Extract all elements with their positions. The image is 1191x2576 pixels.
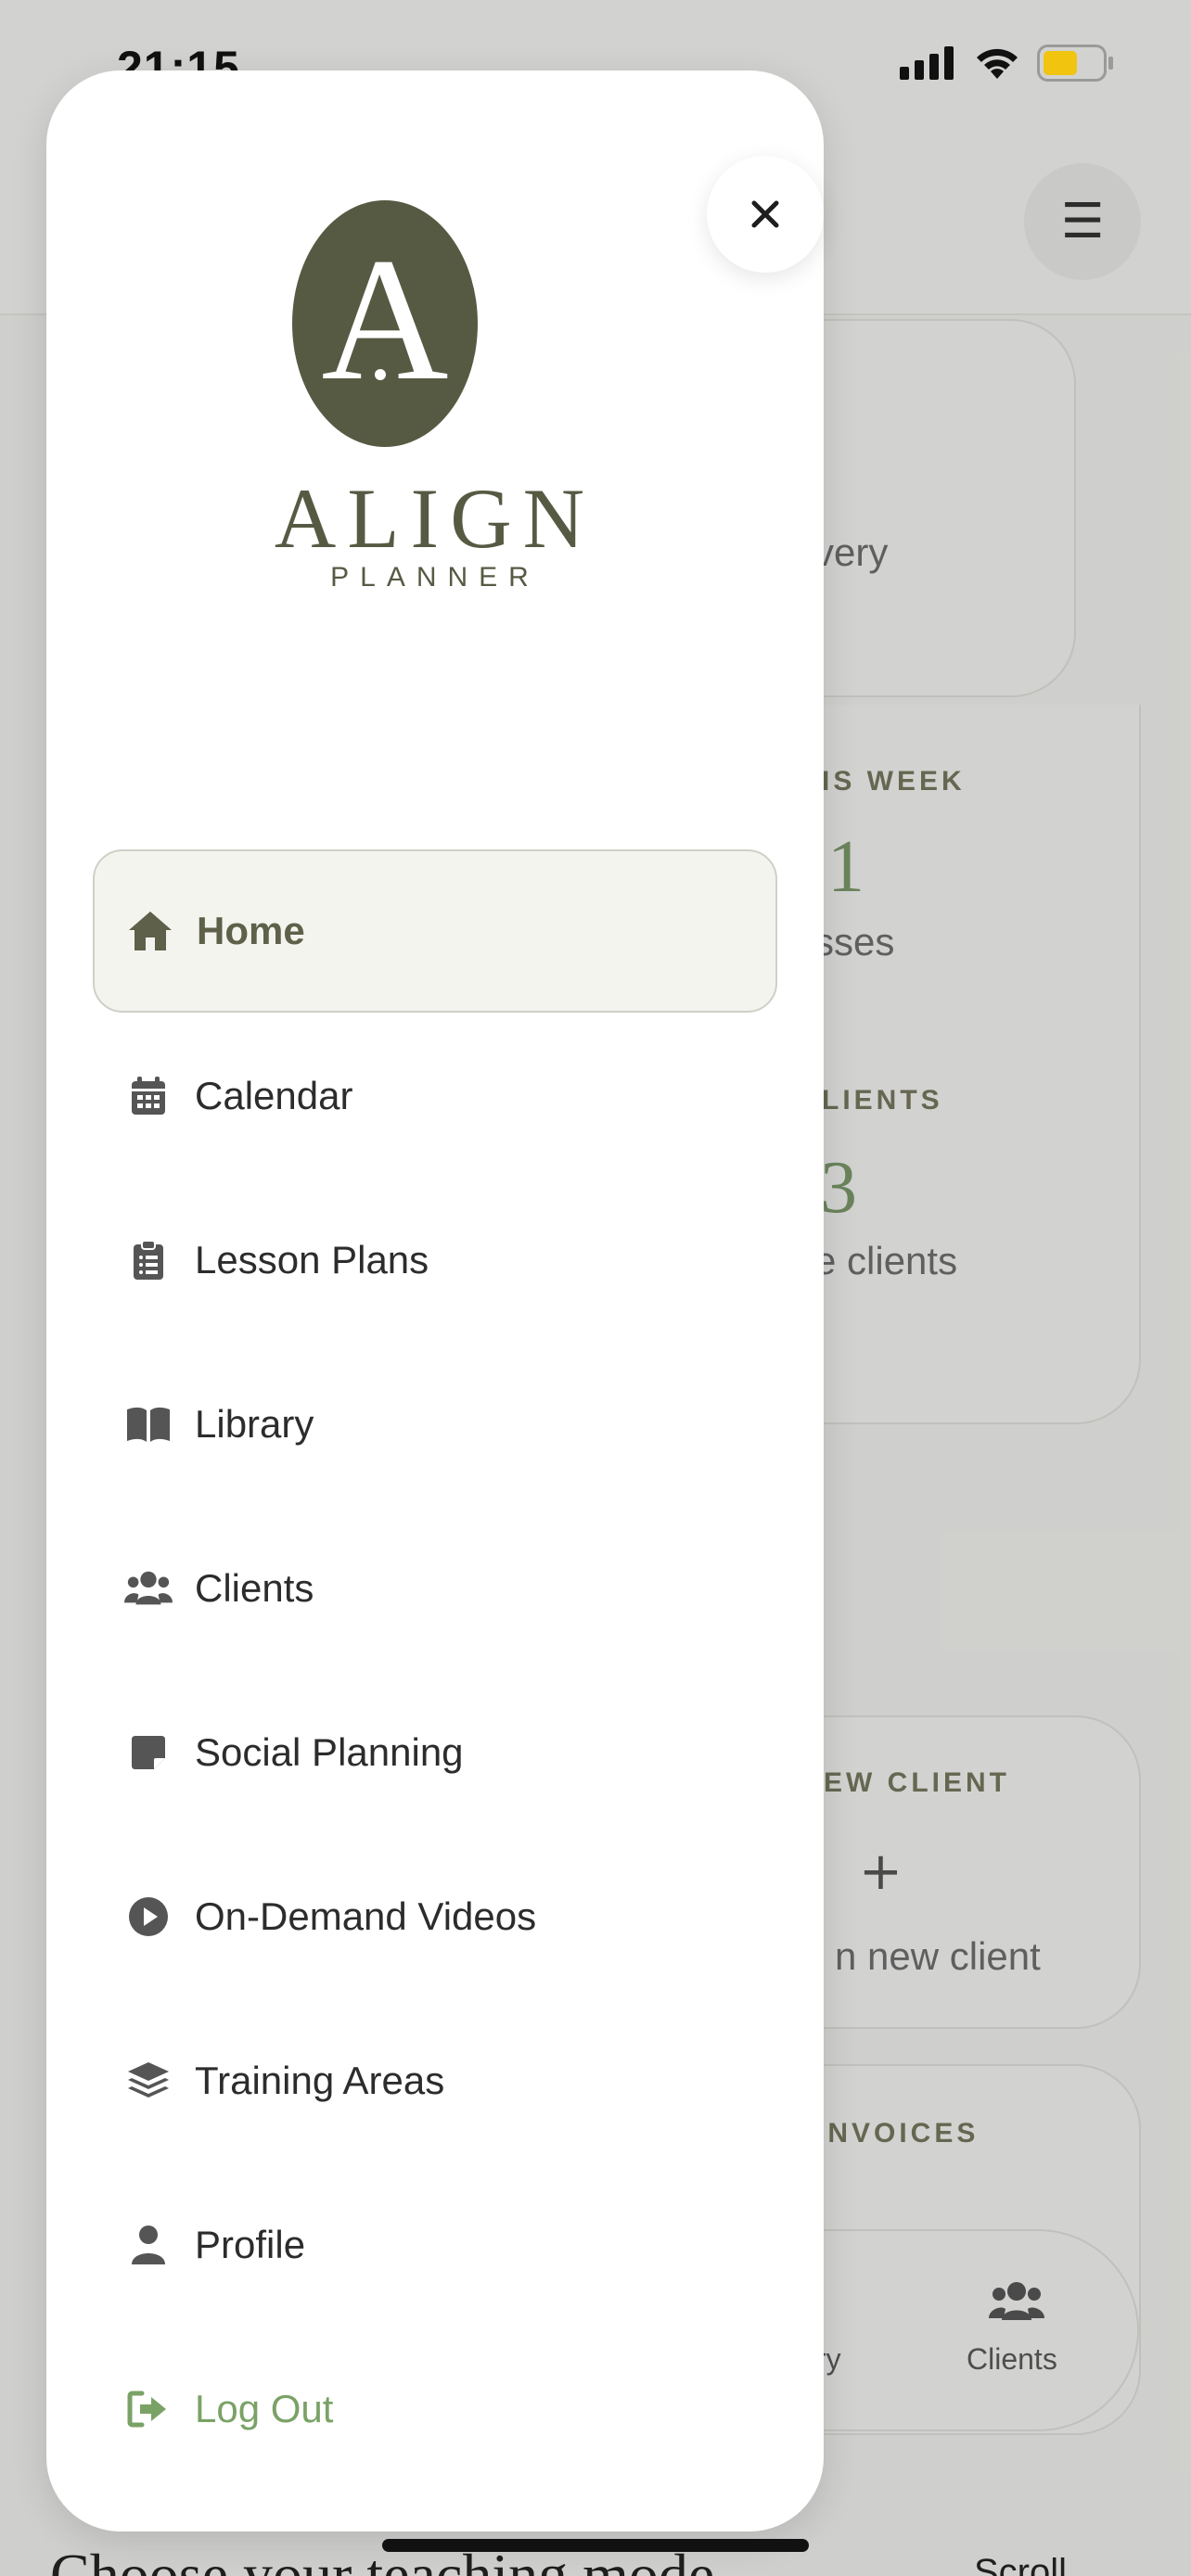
nav-label-social-planning: Social Planning: [195, 1730, 464, 1774]
note-icon: [124, 1728, 173, 1777]
book-icon: [124, 1400, 173, 1448]
battery-icon: [1037, 45, 1113, 82]
nav-item-profile[interactable]: Profile: [93, 2163, 777, 2327]
wifi-icon: [977, 48, 1018, 79]
layers-icon: [124, 2057, 173, 2105]
logo-emblem: A: [292, 200, 478, 447]
nav-item-log-out[interactable]: Log Out: [93, 2327, 777, 2491]
nav-item-home[interactable]: Home: [93, 849, 777, 1013]
nav-label-log-out: Log Out: [195, 2387, 334, 2430]
home-icon: [126, 907, 174, 955]
nav-item-on-demand-videos[interactable]: On-Demand Videos: [93, 1835, 777, 1998]
close-icon: [751, 200, 779, 228]
nav-label-calendar: Calendar: [195, 1074, 353, 1117]
svg-text:A: A: [321, 223, 448, 417]
nav-item-lesson-plans[interactable]: Lesson Plans: [93, 1179, 777, 1342]
nav-label-training-areas: Training Areas: [195, 2059, 445, 2102]
clipboard-icon: [124, 1236, 173, 1284]
status-icons: [900, 45, 1115, 82]
nav-label-on-demand-videos: On-Demand Videos: [195, 1894, 537, 1938]
nav-label-profile: Profile: [195, 2223, 306, 2266]
calendar-icon: [124, 1072, 173, 1120]
users-icon: [124, 1564, 173, 1613]
nav-label-lesson-plans: Lesson Plans: [195, 1238, 429, 1282]
cellular-signal-icon: [900, 46, 954, 80]
brand-title: ALIGN: [274, 471, 596, 566]
brand-subtitle: PLANNER: [330, 562, 540, 593]
nav-label-library: Library: [195, 1402, 314, 1446]
nav-item-training-areas[interactable]: Training Areas: [93, 1999, 777, 2162]
nav-item-clients[interactable]: Clients: [93, 1507, 777, 1670]
close-button[interactable]: [707, 156, 824, 273]
nav-item-library[interactable]: Library: [93, 1343, 777, 1506]
play-icon: [124, 1893, 173, 1941]
nav-item-calendar[interactable]: Calendar: [93, 1014, 777, 1178]
logout-icon: [124, 2385, 173, 2433]
navigation-drawer: A ALIGN PLANNER Home Calendar Lesson Pla…: [46, 70, 824, 2531]
logo-letter-a: A: [321, 223, 448, 417]
home-indicator: [382, 2539, 809, 2552]
nav-label-home: Home: [197, 909, 305, 952]
nav-label-clients: Clients: [195, 1566, 314, 1610]
user-icon: [124, 2221, 173, 2269]
nav-item-social-planning[interactable]: Social Planning: [93, 1671, 777, 1834]
